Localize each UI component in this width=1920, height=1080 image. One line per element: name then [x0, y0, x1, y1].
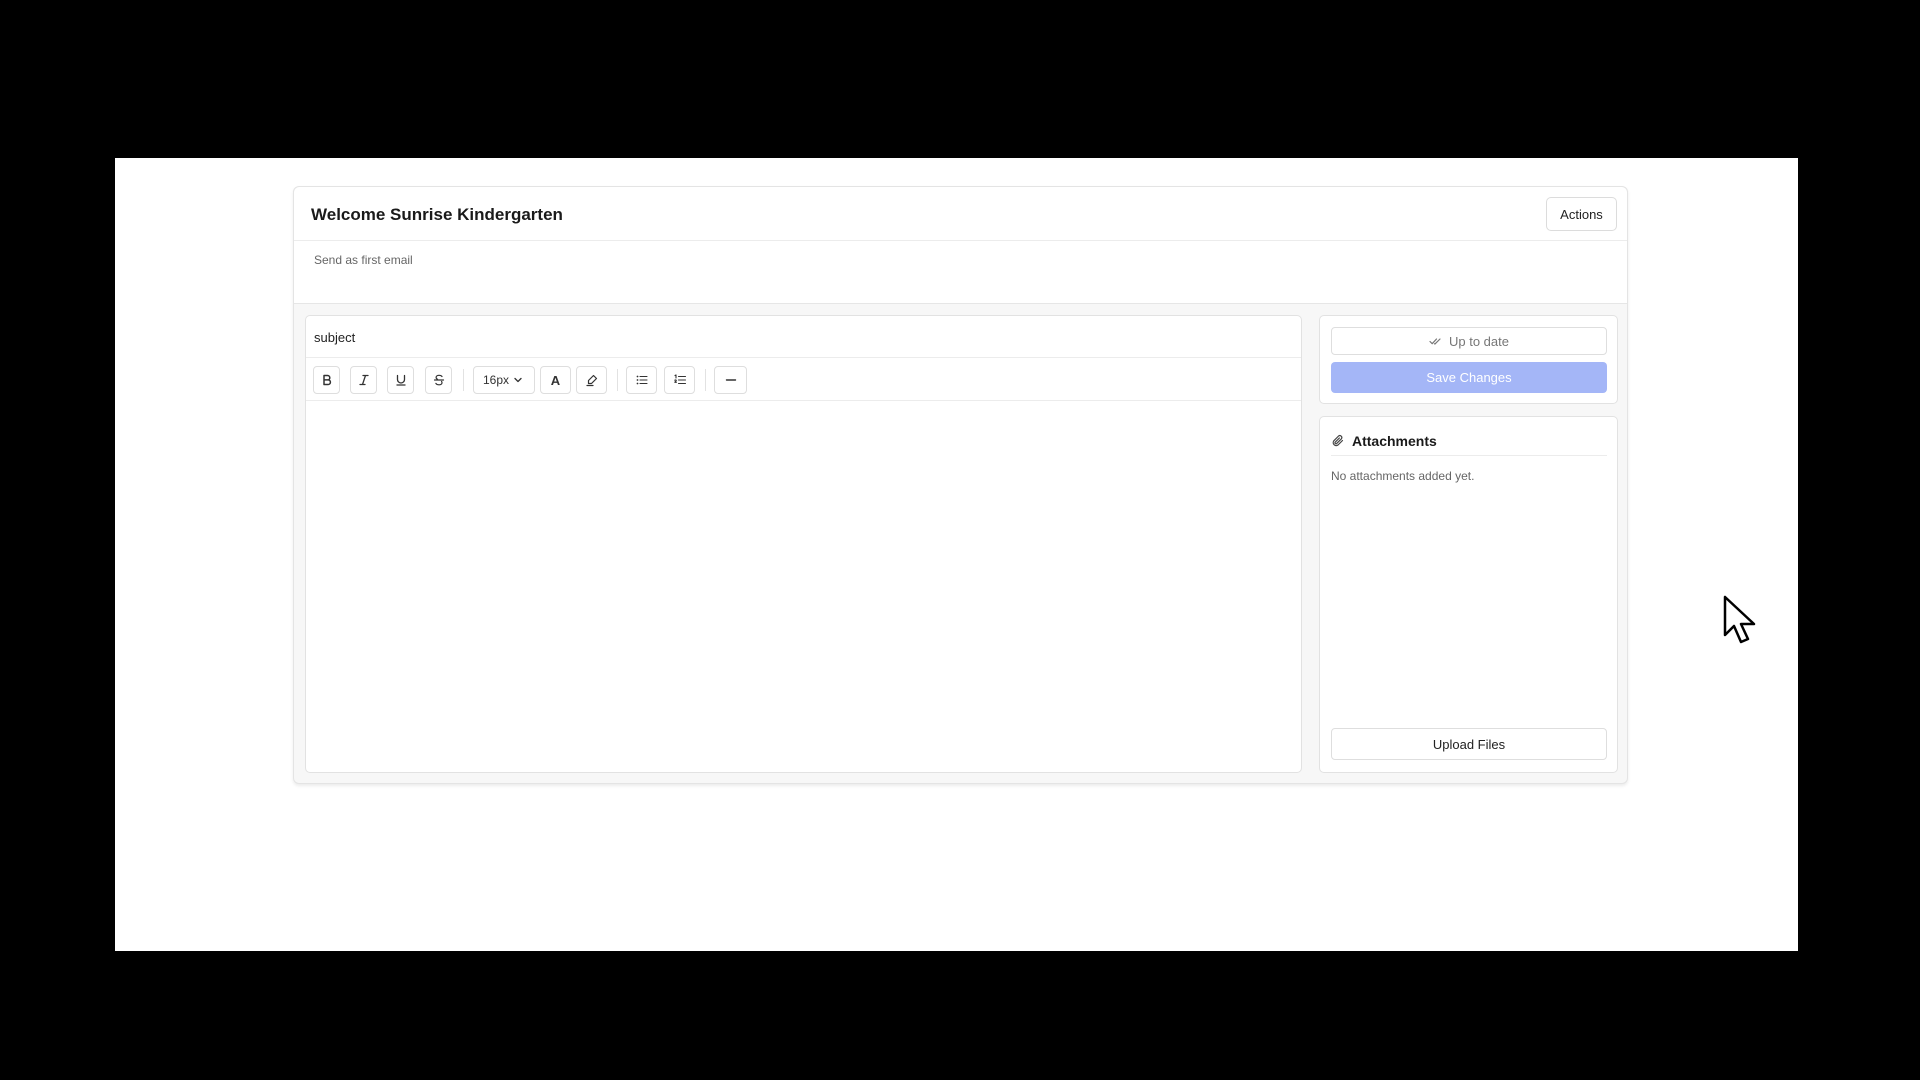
underline-button[interactable] — [387, 366, 414, 394]
save-status-panel: Up to date Save Changes — [1319, 315, 1618, 404]
highlight-icon — [585, 374, 597, 387]
underline-icon — [395, 374, 406, 386]
save-changes-button[interactable]: Save Changes — [1331, 362, 1607, 393]
formatting-toolbar: 16px A — [306, 358, 1301, 401]
toolbar-separator — [463, 369, 464, 391]
email-editor: 16px A — [305, 315, 1302, 773]
bold-button[interactable] — [313, 366, 340, 394]
chevron-down-icon — [514, 377, 522, 383]
attachments-title: Attachments — [1352, 432, 1437, 449]
bullet-list-button[interactable] — [626, 366, 657, 394]
email-body-editor[interactable] — [306, 402, 1301, 772]
subject-input[interactable] — [314, 324, 1284, 350]
attachments-empty-text: No attachments added yet. — [1331, 469, 1475, 483]
bold-icon — [322, 374, 331, 386]
text-color-button[interactable]: A — [540, 366, 571, 394]
attachments-header: Attachments — [1331, 426, 1607, 456]
ordered-list-button[interactable] — [664, 366, 695, 394]
bullet-list-icon — [636, 375, 648, 385]
up-to-date-label: Up to date — [1449, 333, 1509, 349]
italic-button[interactable] — [350, 366, 377, 394]
upload-files-button[interactable]: Upload Files — [1331, 728, 1607, 760]
actions-button[interactable]: Actions — [1546, 197, 1617, 231]
strikethrough-button[interactable] — [425, 366, 452, 394]
template-description: Send as first email — [314, 253, 413, 267]
title-row: Welcome Sunrise Kindergarten Actions — [294, 187, 1627, 241]
horizontal-rule-button[interactable] — [714, 366, 747, 394]
double-check-icon — [1429, 338, 1441, 345]
mouse-pointer-icon — [1723, 595, 1756, 644]
highlight-button[interactable] — [576, 366, 607, 394]
strikethrough-icon — [433, 374, 444, 386]
card-header: Welcome Sunrise Kindergarten Actions Sen… — [294, 187, 1627, 304]
up-to-date-status: Up to date — [1331, 327, 1607, 355]
ordered-list-icon — [673, 374, 686, 385]
font-size-value: 16px — [483, 373, 510, 387]
attachments-panel: Attachments No attachments added yet. Up… — [1319, 416, 1618, 773]
text-color-icon: A — [550, 372, 561, 388]
subject-row — [306, 316, 1301, 358]
toolbar-separator — [617, 369, 618, 391]
paperclip-icon — [1332, 434, 1344, 446]
horizontal-rule-icon — [725, 379, 736, 381]
italic-icon — [358, 374, 369, 386]
page-title: Welcome Sunrise Kindergarten — [311, 205, 563, 224]
email-template-card: Welcome Sunrise Kindergarten Actions Sen… — [293, 186, 1628, 784]
font-size-select[interactable]: 16px — [473, 366, 535, 394]
toolbar-separator — [705, 369, 706, 391]
